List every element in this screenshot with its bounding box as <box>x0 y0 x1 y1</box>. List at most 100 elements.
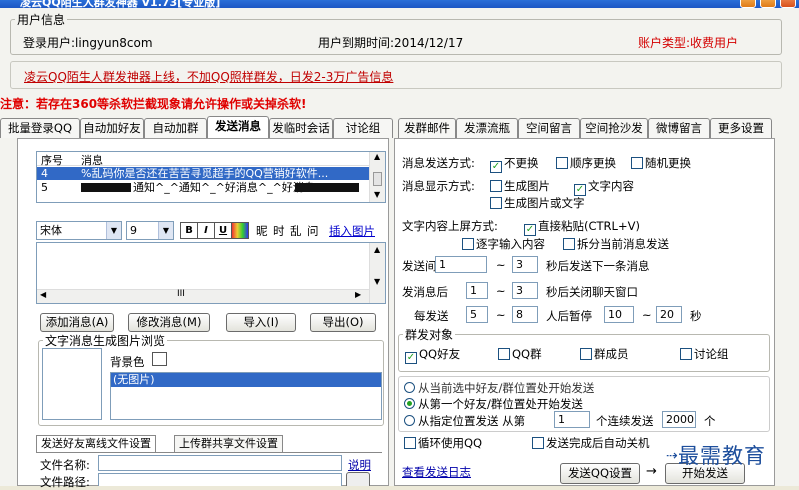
tab-discussion[interactable]: 讨论组 <box>333 118 393 138</box>
checkbox[interactable] <box>490 197 502 209</box>
checkbox-checked[interactable]: ✓ <box>490 161 502 173</box>
start-index-input[interactable]: 1 <box>554 411 590 428</box>
italic-button[interactable]: I <box>197 222 215 239</box>
checkbox[interactable] <box>563 238 575 250</box>
send-mode-nochange[interactable]: ✓ 不更换 <box>490 155 539 173</box>
radio[interactable] <box>404 382 415 393</box>
browse-button[interactable] <box>346 472 370 486</box>
insert-nickname-button[interactable]: 昵 <box>256 223 268 239</box>
list-item[interactable]: 4 %乱码你是否还在苦苦寻觅超手的QQ营销好软件... <box>37 167 371 180</box>
tab-batch-login[interactable]: 批量登录QQ <box>0 118 80 138</box>
scroll-up-icon[interactable]: ▲ <box>374 152 380 161</box>
ad-link[interactable]: 凌云QQ陌生人群发神器上线，不加QQ照样群发，日发2-3万广告信息 <box>24 68 393 85</box>
font-size-select[interactable]: 9 ▼ <box>126 221 174 240</box>
scroll-up-icon[interactable]: ▲ <box>374 245 380 254</box>
display-image[interactable]: 生成图片 <box>490 178 550 194</box>
bold-button[interactable]: B <box>180 222 198 239</box>
send-mode-random[interactable]: 随机更换 <box>631 155 691 171</box>
loop-qq-checkbox[interactable]: 循环使用QQ <box>404 435 482 451</box>
image-list-item[interactable]: (无图片) <box>111 373 381 387</box>
checkbox[interactable] <box>631 157 643 169</box>
after-from-input[interactable]: 1 <box>466 282 488 299</box>
target-discussion[interactable]: 讨论组 <box>680 346 729 362</box>
color-picker-icon[interactable] <box>231 222 249 239</box>
each-from-input[interactable]: 5 <box>466 306 488 323</box>
checkbox-checked[interactable]: ✓ <box>524 224 536 236</box>
paste-typing[interactable]: 逐字输入内容 <box>462 236 545 252</box>
insert-image-link[interactable]: 插入图片 <box>329 223 375 239</box>
tab-temp-session[interactable]: 发临时会话 <box>269 118 333 138</box>
maximize-button[interactable] <box>760 0 776 8</box>
insert-time-button[interactable]: 时 <box>273 223 285 239</box>
pause-from-input[interactable]: 10 <box>604 306 634 323</box>
checkbox[interactable] <box>532 437 544 449</box>
add-message-button[interactable]: 添加消息(A) <box>40 313 114 332</box>
scroll-thumb[interactable] <box>373 172 382 186</box>
tab-drift-bottle[interactable]: 发漂流瓶 <box>456 118 518 138</box>
checkbox[interactable] <box>490 180 502 192</box>
file-path-input[interactable] <box>98 473 342 486</box>
target-qq-group[interactable]: QQ群 <box>498 346 542 362</box>
file-name-input[interactable] <box>98 455 342 471</box>
close-button[interactable] <box>780 0 796 8</box>
scroll-thumb[interactable]: III <box>177 289 185 299</box>
tab-offline-file[interactable]: 发送好友离线文件设置 <box>36 435 156 452</box>
checkbox[interactable] <box>498 348 510 360</box>
message-editor[interactable]: ▲ ▼ ◀ III ▶ <box>36 242 386 304</box>
checkbox-checked[interactable]: ✓ <box>405 352 417 364</box>
tab-group-mail[interactable]: 发群邮件 <box>398 118 456 138</box>
checkbox[interactable] <box>556 157 568 169</box>
checkbox[interactable] <box>462 238 474 250</box>
insert-question-button[interactable]: 问 <box>307 223 319 239</box>
minimize-button[interactable] <box>740 0 756 8</box>
tab-space-comment[interactable]: 空间留言 <box>518 118 580 138</box>
auto-shutdown-checkbox[interactable]: 发送完成后自动关机 <box>532 435 650 451</box>
checkbox[interactable] <box>404 437 416 449</box>
display-text[interactable]: ✓ 文字内容 <box>574 178 634 196</box>
message-list[interactable]: 序号 消息 4 %乱码你是否还在苦苦寻觅超手的QQ营销好软件... 5 通知^_… <box>36 151 386 203</box>
after-to-input[interactable]: 3 <box>512 282 538 299</box>
each-to-input[interactable]: 8 <box>512 306 538 323</box>
tab-group-share-file[interactable]: 上传群共享文件设置 <box>174 435 283 452</box>
start-from-selected[interactable]: 从当前选中好友/群位置处开始发送 <box>404 380 594 396</box>
count-input[interactable]: 2000 <box>662 411 696 428</box>
edit-message-button[interactable]: 修改消息(M) <box>128 313 210 332</box>
tab-weibo-comment[interactable]: 微博留言 <box>648 118 710 138</box>
radio[interactable] <box>404 415 415 426</box>
view-log-link[interactable]: 查看发送日志 <box>402 464 471 480</box>
checkbox[interactable] <box>580 348 592 360</box>
tab-auto-add-group[interactable]: 自动加群 <box>144 118 207 138</box>
import-button[interactable]: 导入(I) <box>226 313 296 332</box>
paste-split[interactable]: 拆分当前消息发送 <box>563 236 669 252</box>
interval-from-input[interactable]: 1 <box>435 256 487 273</box>
editor-scrollbar[interactable]: ▲ ▼ <box>369 243 385 303</box>
scroll-right-icon[interactable]: ▶ <box>355 290 361 299</box>
radio-selected[interactable] <box>404 398 415 409</box>
message-list-scrollbar[interactable]: ▲ ▼ <box>369 152 385 202</box>
tab-send-message[interactable]: 发送消息 <box>207 116 269 138</box>
tab-auto-add-friend[interactable]: 自动加好友 <box>80 118 144 138</box>
send-qq-settings-button[interactable]: 发送QQ设置 <box>560 463 640 484</box>
display-image-or-text[interactable]: 生成图片或文字 <box>490 195 585 211</box>
image-list[interactable]: (无图片) <box>110 372 382 420</box>
target-group-member[interactable]: 群成员 <box>580 346 629 362</box>
tab-more-settings[interactable]: 更多设置 <box>710 118 772 138</box>
start-from-first[interactable]: 从第一个好友/群位置处开始发送 <box>404 396 583 412</box>
tab-space-sofa[interactable]: 空间抢沙发 <box>580 118 648 138</box>
checkbox[interactable] <box>680 348 692 360</box>
start-from-position[interactable]: 从指定位置发送 从第 <box>404 413 525 429</box>
scroll-down-icon[interactable]: ▼ <box>374 277 380 286</box>
editor-hscrollbar[interactable]: ◀ III ▶ <box>37 289 369 303</box>
list-item[interactable]: 5 通知^_^通知^_^好消息^_^好消息 <box>37 181 371 194</box>
export-button[interactable]: 导出(O) <box>310 313 376 332</box>
pause-to-input[interactable]: 20 <box>656 306 682 323</box>
underline-button[interactable]: U <box>214 222 232 239</box>
paste-direct[interactable]: ✓ 直接粘贴(CTRL+V) <box>524 218 640 236</box>
scroll-down-icon[interactable]: ▼ <box>374 190 380 199</box>
scroll-left-icon[interactable]: ◀ <box>40 290 46 299</box>
interval-to-input[interactable]: 3 <box>512 256 538 273</box>
target-qq-friend[interactable]: ✓ QQ好友 <box>405 346 460 364</box>
insert-random-button[interactable]: 乱 <box>290 223 302 239</box>
help-link[interactable]: 说明 <box>348 457 371 473</box>
bg-color-swatch[interactable] <box>152 352 167 366</box>
